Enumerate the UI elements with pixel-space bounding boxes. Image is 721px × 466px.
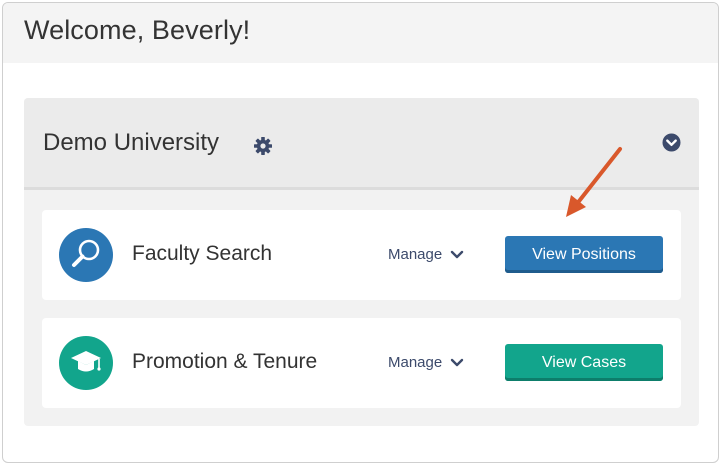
dashboard-window: Welcome, Beverly! Demo University Facult…: [2, 2, 719, 463]
view-cases-button[interactable]: View Cases: [505, 344, 663, 381]
manage-dropdown[interactable]: Manage: [388, 354, 464, 371]
chevron-down-icon: [451, 358, 464, 366]
organization-name: Demo University: [43, 129, 220, 156]
module-title: Faculty Search: [132, 242, 273, 265]
manage-dropdown[interactable]: Manage: [388, 246, 464, 263]
welcome-title: Welcome, Beverly!: [24, 15, 251, 45]
graduation-cap-icon: [59, 336, 113, 390]
magnifier-icon: [59, 228, 113, 282]
annotation-arrow-icon: [566, 147, 622, 217]
gear-icon[interactable]: [253, 136, 273, 156]
module-card-faculty-search: Faculty Search Manage View Positions: [42, 210, 681, 300]
view-positions-button[interactable]: View Positions: [505, 236, 663, 273]
chevron-down-icon: [451, 250, 464, 258]
welcome-header: Welcome, Beverly!: [3, 3, 718, 63]
manage-label: Manage: [388, 354, 443, 371]
manage-label: Manage: [388, 246, 443, 263]
module-card-promotion-tenure: Promotion & Tenure Manage View Cases: [42, 318, 681, 408]
chevron-circle-down-icon[interactable]: [662, 133, 681, 152]
module-title: Promotion & Tenure: [132, 350, 318, 373]
